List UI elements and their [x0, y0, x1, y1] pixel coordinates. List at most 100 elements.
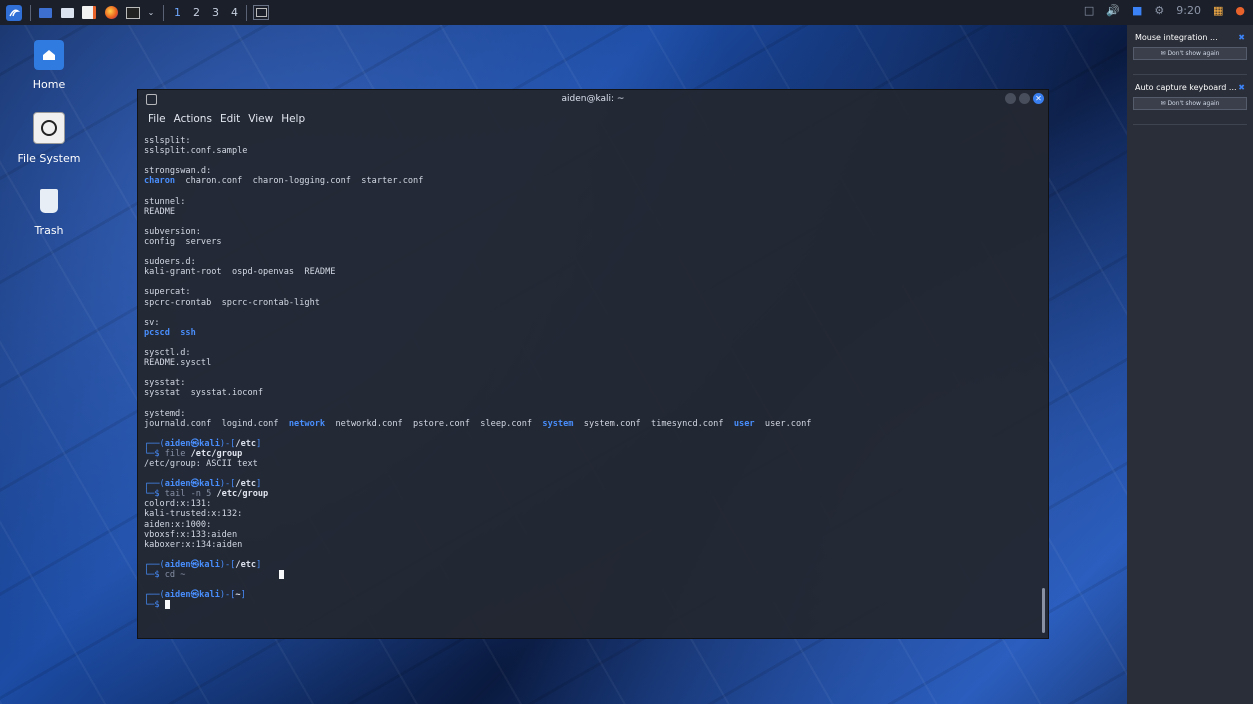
menu-view[interactable]: View	[248, 113, 273, 125]
stale-cursor	[278, 570, 284, 580]
notification-icon[interactable]: ■	[1132, 4, 1142, 17]
workspace-1[interactable]: 1	[174, 6, 181, 19]
minimize-button[interactable]	[1005, 93, 1016, 104]
term-line: sslsplit:	[144, 136, 191, 146]
term-line: journald.conf logind.conf network networ…	[144, 418, 812, 429]
term-line: charon charon.conf charon-logging.conf s…	[144, 176, 424, 187]
term-line: strongswan.d:	[144, 166, 212, 177]
term-line: kali-trusted:x:132:	[144, 509, 243, 520]
menu-actions[interactable]: Actions	[174, 113, 212, 125]
panel-separator	[163, 4, 164, 21]
command-line: └─$ cd ~	[144, 570, 284, 580]
term-line: sysstat sysstat.ioconf	[144, 388, 263, 399]
trash-icon	[34, 186, 64, 216]
close-icon[interactable]: ✖	[1238, 83, 1245, 92]
notification: Mouse integration ... ✖ ✉ Don't show aga…	[1133, 31, 1247, 75]
text-cursor	[164, 600, 170, 610]
dont-show-again-button[interactable]: ✉ Don't show again	[1133, 47, 1247, 60]
term-line: colord:x:131:	[144, 499, 212, 510]
desktop-icon-label: Home	[32, 78, 66, 91]
command-line: └─$	[144, 600, 170, 610]
term-line: /etc/group: ASCII text	[144, 459, 258, 469]
panel-separator	[30, 4, 31, 21]
desktop-icon-label: Trash	[34, 224, 64, 237]
terminal-window[interactable]: aiden@kali: ~ ✕ File Actions Edit View H…	[138, 90, 1048, 638]
term-line: config servers	[144, 236, 222, 247]
menu-file[interactable]: File	[148, 113, 166, 125]
menu-edit[interactable]: Edit	[220, 113, 240, 125]
workspace-switcher: 1 2 3 4	[174, 6, 238, 19]
volume-icon[interactable]: 🔊	[1106, 4, 1120, 17]
notification-title: Mouse integration ...	[1135, 33, 1218, 42]
maximize-button[interactable]	[1019, 93, 1030, 104]
text-editor-icon[interactable]	[81, 5, 97, 21]
prompt-line: ┌──(aiden㉿kali)-[/etc]	[144, 479, 262, 490]
command-line: └─$ file /etc/group	[144, 448, 243, 459]
close-button[interactable]: ✕	[1033, 93, 1044, 104]
term-line: vboxsf:x:133:aiden	[144, 529, 238, 540]
desktop-icon-file-system[interactable]: File System	[9, 112, 89, 165]
clock[interactable]: 9:20	[1176, 4, 1201, 17]
home-folder-icon	[34, 40, 64, 70]
term-line: systemd:	[144, 408, 186, 419]
workspace-2[interactable]: 2	[193, 6, 200, 19]
top-panel: ⌄ 1 2 3 4 □ 🔊 ■ ⚙ 9:20 ▦ ●	[0, 0, 1253, 25]
term-line: README	[144, 206, 176, 217]
term-line: kaboxer:x:134:aiden	[144, 539, 243, 550]
term-line: stunnel:	[144, 196, 186, 207]
file-manager-icon[interactable]	[59, 5, 75, 21]
terminal-output[interactable]: sslsplit: sslsplit.conf.sample strongswa…	[138, 130, 1048, 610]
drive-icon	[33, 112, 65, 144]
terminal-launcher-icon[interactable]	[125, 5, 141, 21]
workspace-4[interactable]: 4	[231, 6, 238, 19]
button-label: Don't show again	[1167, 100, 1220, 107]
update-icon[interactable]: ●	[1235, 4, 1245, 17]
system-tray: □ 🔊 ■ ⚙ 9:20 ▦ ●	[1084, 4, 1245, 17]
term-line: sysctl.d:	[144, 347, 191, 358]
chat-icon: ✉	[1160, 50, 1166, 57]
terminal-task-icon[interactable]	[253, 5, 269, 20]
term-line: sv:	[144, 317, 160, 328]
term-line: aiden:x:1000:	[144, 519, 212, 530]
panel-separator	[246, 4, 247, 21]
chat-icon: ✉	[1160, 100, 1166, 107]
term-line: kali-grant-root ospd-openvas README	[144, 267, 336, 278]
firefox-icon[interactable]	[103, 5, 119, 21]
workspace-3[interactable]: 3	[212, 6, 219, 19]
chevron-down-icon[interactable]: ⌄	[147, 5, 155, 21]
divider	[1133, 74, 1247, 75]
notification-panel: Mouse integration ... ✖ ✉ Don't show aga…	[1127, 25, 1253, 704]
divider	[1133, 124, 1247, 125]
desktop-icon-home[interactable]: Home	[9, 40, 89, 91]
term-line: sslsplit.conf.sample	[144, 146, 248, 157]
prompt-line: ┌──(aiden㉿kali)-[/etc]	[144, 559, 262, 570]
close-icon[interactable]: ✖	[1238, 33, 1245, 42]
workspace-indicator-icon[interactable]: ▦	[1213, 4, 1223, 17]
desktop-icon-label: File System	[17, 152, 81, 165]
window-icon[interactable]: □	[1084, 4, 1094, 17]
power-icon[interactable]: ⚙	[1154, 4, 1164, 17]
terminal-title: aiden@kali: ~	[561, 94, 625, 104]
term-line: README.sysctl	[144, 358, 212, 369]
terminal-menubar: File Actions Edit View Help	[138, 108, 1048, 130]
button-label: Don't show again	[1167, 50, 1220, 57]
terminal-titlebar[interactable]: aiden@kali: ~ ✕	[138, 90, 1048, 108]
notification-title: Auto capture keyboard ...	[1135, 83, 1237, 92]
dont-show-again-button[interactable]: ✉ Don't show again	[1133, 97, 1247, 110]
terminal-scrollbar[interactable]	[1042, 588, 1045, 633]
command-line: └─$ tail -n 5 /etc/group	[144, 489, 269, 500]
kali-menu-icon[interactable]	[6, 4, 22, 21]
desktop-icon-trash[interactable]: Trash	[9, 186, 89, 237]
prompt-line: ┌──(aiden㉿kali)-[~]	[144, 590, 246, 601]
prompt-line: ┌──(aiden㉿kali)-[/etc]	[144, 438, 262, 449]
term-line: pcscd ssh	[144, 327, 196, 338]
term-line: sudoers.d:	[144, 257, 196, 268]
show-desktop-icon[interactable]	[37, 5, 53, 21]
menu-help[interactable]: Help	[281, 113, 305, 125]
terminal-icon	[146, 94, 157, 105]
term-line: spcrc-crontab spcrc-crontab-light	[144, 297, 320, 308]
notification: Auto capture keyboard ... ✖ ✉ Don't show…	[1133, 81, 1247, 125]
term-line: subversion:	[144, 226, 201, 237]
term-line: sysstat:	[144, 378, 186, 389]
term-line: supercat:	[144, 287, 191, 298]
